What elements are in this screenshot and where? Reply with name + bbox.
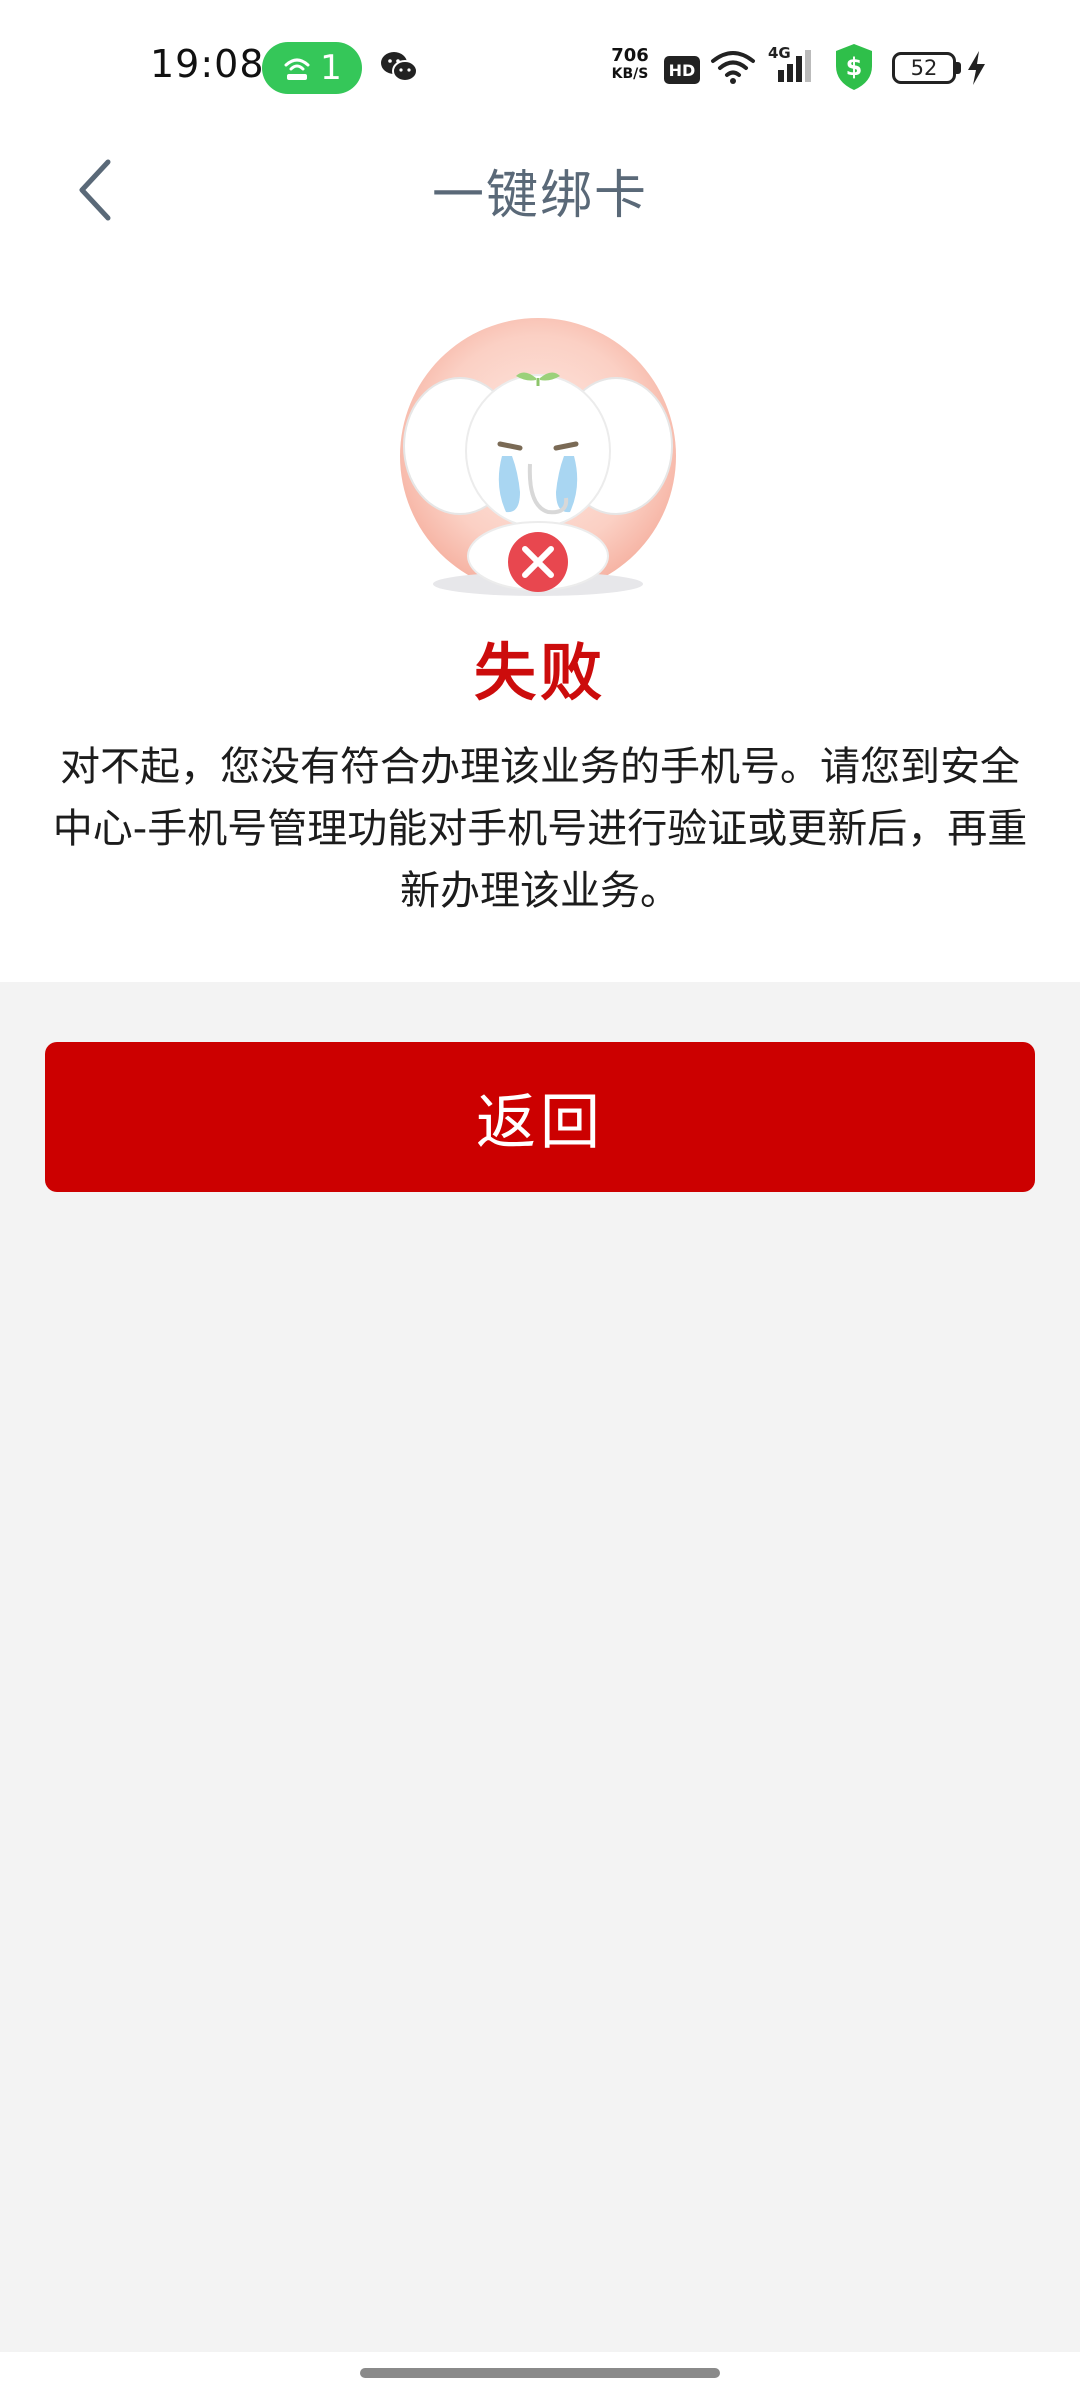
charging-icon [968, 51, 985, 85]
result-status: 失败 [473, 636, 606, 709]
status-time: 19:08 [150, 42, 265, 86]
wechat-icon [381, 52, 418, 82]
battery-level: 52 [910, 56, 938, 80]
battery-icon: 52 [892, 52, 956, 84]
battery-tip [956, 62, 961, 74]
hotspot-badge: 1 [262, 42, 362, 94]
status-bar: 19:08 1 706 KB/S HD 4G $ 52 [0, 0, 1080, 130]
return-button[interactable]: 返回 [45, 1042, 1035, 1192]
result-message: 对不起，您没有符合办理该业务的手机号。请您到安全中心-手机号管理功能对手机号进行… [52, 744, 1028, 914]
home-indicator[interactable] [360, 2368, 720, 2378]
crying-elephant-icon [400, 318, 676, 596]
wifi-icon [711, 51, 755, 84]
app-header: 一键绑卡 [0, 130, 1080, 250]
hotspot-count: 1 [320, 48, 342, 88]
shield-icon: $ [836, 44, 872, 90]
svg-text:$: $ [846, 53, 863, 81]
hotspot-icon [284, 58, 310, 80]
hd-badge: HD [664, 56, 700, 84]
signal-icon [778, 50, 811, 82]
page-title: 一键绑卡 [431, 165, 648, 226]
network-speed-value: 706 [611, 45, 649, 66]
network-speed-unit: KB/S [611, 66, 649, 82]
network-speed: 706 KB/S [606, 45, 654, 83]
result-panel: 失败 对不起，您没有符合办理该业务的手机号。请您到安全中心-手机号管理功能对手机… [0, 250, 1080, 982]
